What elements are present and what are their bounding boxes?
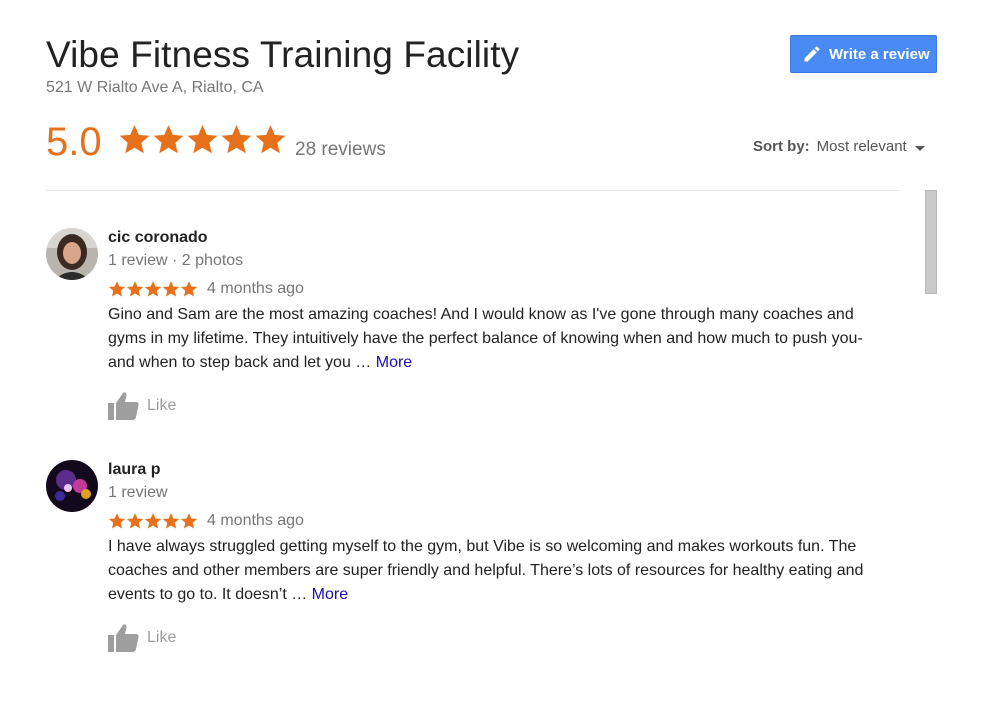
review-stars <box>108 280 198 298</box>
star-icon <box>144 513 162 529</box>
like-label: Like <box>147 396 177 414</box>
star-icon <box>187 125 218 154</box>
pencil-icon <box>804 46 820 62</box>
like-label: Like <box>147 628 177 646</box>
star-icon <box>255 125 286 154</box>
star-icon <box>180 513 198 529</box>
review-time: 4 months ago <box>207 280 304 297</box>
write-review-label: Write a review <box>829 45 930 63</box>
star-icon <box>162 513 180 529</box>
avatar-photo <box>46 228 98 280</box>
review-stars <box>108 512 198 530</box>
like-button[interactable]: Like <box>108 623 898 652</box>
business-address: 521 W Rialto Ave A, Rialto, CA <box>46 79 264 96</box>
business-name: Vibe Fitness Training Facility <box>46 34 520 75</box>
avatar[interactable] <box>46 460 98 512</box>
star-icon <box>108 281 126 297</box>
star-icon <box>162 281 180 297</box>
more-link[interactable]: More <box>312 586 348 603</box>
more-link[interactable]: More <box>376 354 412 371</box>
star-icon <box>126 513 144 529</box>
like-button[interactable]: Like <box>108 391 898 420</box>
star-icon <box>144 281 162 297</box>
thumbs-up-icon <box>108 624 139 652</box>
average-stars <box>118 123 287 156</box>
star-icon <box>221 125 252 154</box>
star-icon <box>153 125 184 154</box>
sort-value: Most relevant <box>816 138 907 155</box>
divider <box>46 190 899 191</box>
review-text-body: Gino and Sam are the most amazing coache… <box>108 306 863 371</box>
review-count: 28 reviews <box>295 139 386 160</box>
write-review-button[interactable]: Write a review <box>790 35 937 73</box>
star-icon <box>126 281 144 297</box>
avatar-photo <box>46 460 98 512</box>
review-author[interactable]: laura p <box>108 460 898 480</box>
review-text-body: I have always struggled getting myself t… <box>108 538 864 603</box>
review-author[interactable]: cic coronado <box>108 228 898 248</box>
scrollbar-thumb[interactable] <box>925 190 937 294</box>
average-rating: 5.0 <box>46 120 102 164</box>
thumbs-up-icon <box>108 392 139 420</box>
review-author-meta: 1 review · 2 photos <box>108 252 244 269</box>
review-text: I have always struggled getting myself t… <box>108 535 888 607</box>
avatar[interactable] <box>46 228 98 280</box>
star-icon <box>119 125 150 154</box>
star-icon <box>108 513 126 529</box>
review-text: Gino and Sam are the most amazing coache… <box>108 303 888 375</box>
review-time: 4 months ago <box>207 512 304 529</box>
sort-dropdown[interactable]: Sort by: Most relevant <box>753 138 925 155</box>
star-icon <box>180 281 198 297</box>
chevron-down-icon <box>914 145 925 151</box>
review-author-meta: 1 review <box>108 484 168 501</box>
sort-label: Sort by: <box>753 138 810 155</box>
